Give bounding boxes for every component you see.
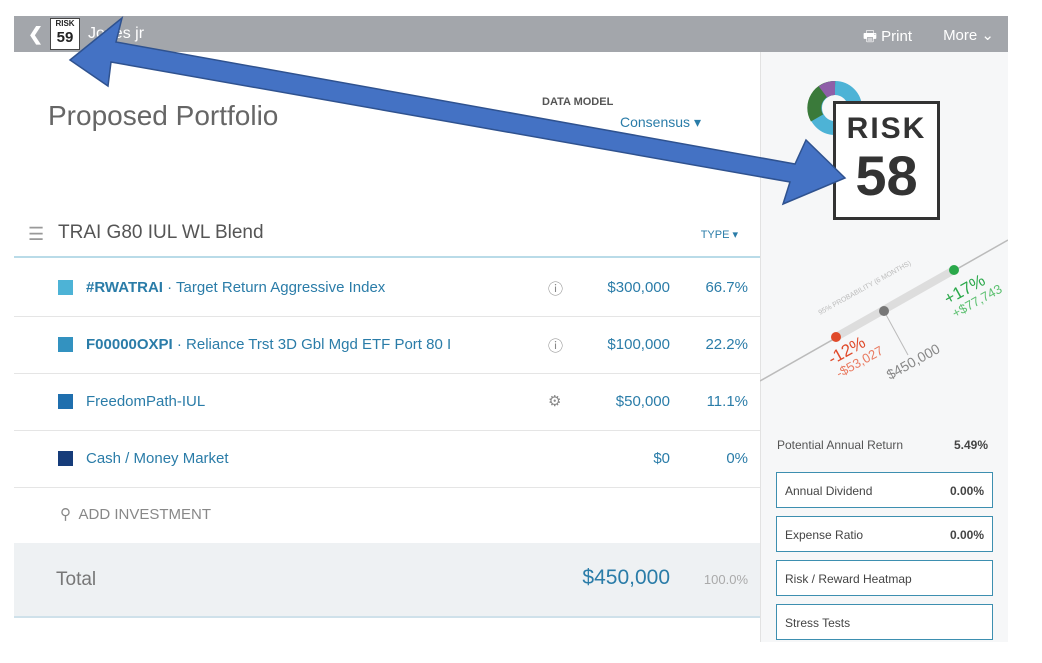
double-arrow-shape (68, 16, 847, 206)
annotation-arrow (68, 16, 847, 206)
